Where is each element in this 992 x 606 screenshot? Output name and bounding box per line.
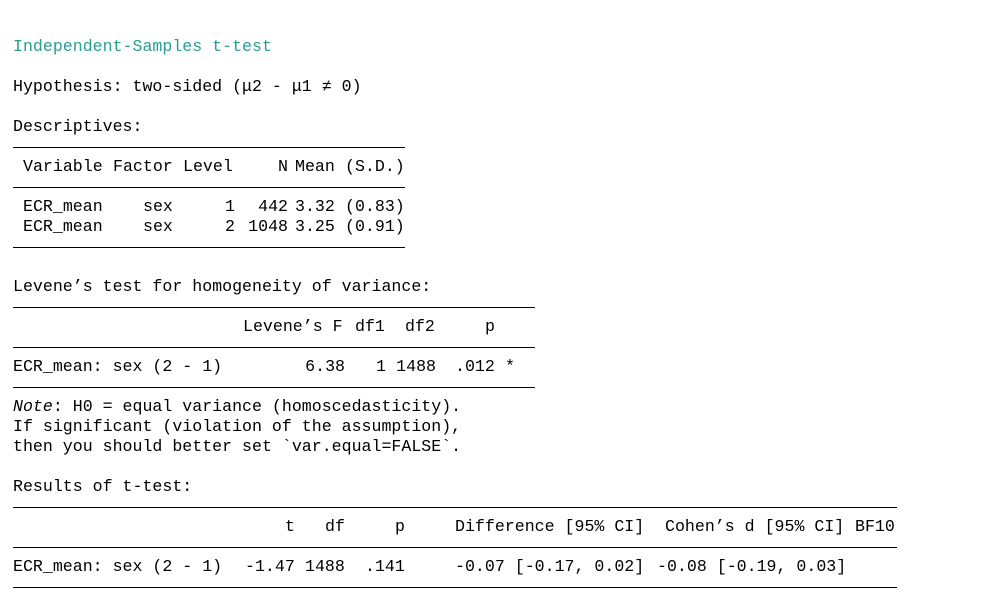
- levene-cell-p: .012: [455, 357, 495, 376]
- levene-cell-df1: 1: [376, 357, 386, 376]
- desc-cell-factor: sex: [143, 217, 173, 236]
- levene-note-line3: then you should better set `var.equal=FA…: [13, 437, 462, 456]
- note-text: : H0 = equal variance (homoscedasticity)…: [52, 397, 462, 416]
- ttest-cell-p: .141: [365, 557, 405, 576]
- descriptives-rule-bottom: [13, 247, 405, 248]
- desc-header-variable: Variable: [23, 157, 103, 176]
- desc-cell-factor: sex: [143, 197, 173, 216]
- ttest-header-bf10: BF10: [855, 517, 895, 536]
- desc-header-n: N: [278, 157, 288, 176]
- descriptives-rule-mid: [13, 187, 405, 188]
- note-prefix: Note: [13, 397, 53, 416]
- ttest-rule-top: [13, 507, 897, 508]
- desc-cell-sd: (0.83): [345, 197, 405, 216]
- ttest-rule-mid: [13, 547, 897, 548]
- levene-header-p: p: [485, 317, 495, 336]
- descriptives-heading: Descriptives:: [13, 117, 143, 136]
- ttest-cell-cohens-d: -0.08 [-0.19, 0.03]: [657, 557, 847, 576]
- desc-cell-n: 1048: [248, 217, 288, 236]
- levene-header-df2: df2: [405, 317, 435, 336]
- ttest-cell-diff: -0.07 [-0.17, 0.02]: [455, 557, 645, 576]
- desc-header-factor: Factor: [113, 157, 173, 176]
- ttest-header-t: t: [285, 517, 295, 536]
- desc-cell-level: 1: [225, 197, 235, 216]
- levene-heading: Levene’s test for homogeneity of varianc…: [13, 277, 432, 296]
- desc-cell-variable: ECR_mean: [23, 217, 103, 236]
- levene-header-f: Levene’s F: [243, 317, 343, 336]
- levene-rule-bottom: [13, 387, 535, 388]
- levene-note-line2: If significant (violation of the assumpt…: [13, 417, 462, 436]
- levene-cell-df2: 1488: [396, 357, 436, 376]
- ttest-header-diff: Difference [95% CI]: [455, 517, 645, 536]
- desc-cell-variable: ECR_mean: [23, 197, 103, 216]
- desc-header-sd: (S.D.): [345, 157, 405, 176]
- levene-header-df1: df1: [355, 317, 385, 336]
- levene-cell-sig: *: [505, 357, 515, 376]
- desc-cell-n: 442: [258, 197, 288, 216]
- desc-header-level: Level: [183, 157, 233, 176]
- ttest-cell-df: 1488: [305, 557, 345, 576]
- levene-rule-top: [13, 307, 535, 308]
- desc-header-mean: Mean: [295, 157, 335, 176]
- ttest-cell-t: -1.47: [245, 557, 295, 576]
- levene-note-line1: Note: H0 = equal variance (homoscedastic…: [13, 397, 461, 417]
- output-title: Independent-Samples t-test: [13, 37, 272, 56]
- desc-cell-sd: (0.91): [345, 217, 405, 236]
- ttest-heading: Results of t-test:: [13, 477, 193, 496]
- desc-cell-level: 2: [225, 217, 235, 236]
- hypothesis-text: Hypothesis: two-sided (μ2 - μ1 ≠ 0): [13, 77, 362, 96]
- ttest-header-df: df: [325, 517, 345, 536]
- ttest-header-cohens-d: Cohen’s d [95% CI]: [665, 517, 845, 536]
- levene-cell-f: 6.38: [305, 357, 345, 376]
- ttest-header-p: p: [395, 517, 405, 536]
- ttest-rule-bottom: [13, 587, 897, 588]
- levene-rule-mid: [13, 347, 535, 348]
- ttest-cell-label: ECR_mean: sex (2 - 1): [13, 557, 223, 576]
- desc-cell-mean: 3.25: [295, 217, 335, 236]
- levene-cell-label: ECR_mean: sex (2 - 1): [13, 357, 223, 376]
- descriptives-rule-top: [13, 147, 405, 148]
- desc-cell-mean: 3.32: [295, 197, 335, 216]
